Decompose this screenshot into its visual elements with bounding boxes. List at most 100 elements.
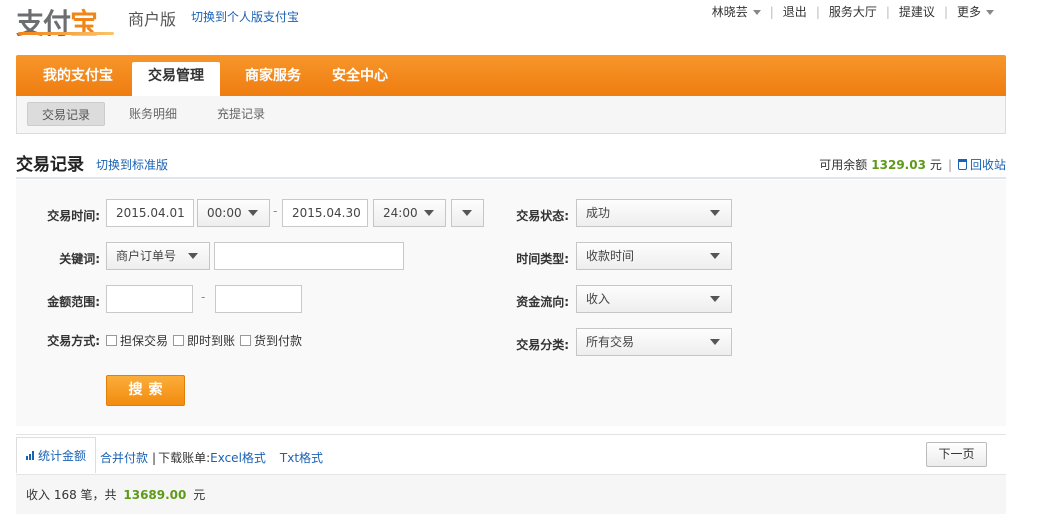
result-actions: 合并付款 | 下载账单: Excel格式 Txt格式 [100, 449, 323, 466]
subnav-deposit-withdraw[interactable]: 充提记录 [203, 102, 279, 126]
trade-category-label: 交易分类: [516, 338, 569, 352]
more-label: 更多 [956, 5, 981, 19]
suggest-link[interactable]: 提建议 [899, 3, 935, 20]
chevron-down-icon [710, 296, 720, 302]
nav-merchant-services[interactable]: 商家服务 [228, 55, 318, 96]
divider: | [885, 4, 890, 19]
excel-download-link[interactable]: Excel格式 [210, 449, 266, 466]
checkbox[interactable] [173, 335, 185, 346]
nav-security-center[interactable]: 安全中心 [320, 55, 400, 96]
trade-method-label: 交易方式: [47, 334, 100, 348]
time-type-select[interactable]: 收款时间 [576, 242, 732, 270]
amount-max-input[interactable] [215, 285, 302, 313]
trash-icon [957, 159, 967, 170]
chevron-down-icon [752, 10, 761, 15]
trade-method-options: 担保交易 即时到账 货到付款 [106, 332, 307, 349]
top-nav: 林晓芸 | 退出 | 服务大厅 | 提建议 | 更多 [712, 3, 994, 20]
keyword-input[interactable] [214, 242, 404, 270]
checkbox[interactable] [106, 335, 117, 346]
end-date-input[interactable]: 2015.04.30 [282, 199, 368, 227]
quick-range-select[interactable] [451, 199, 484, 227]
txt-download-link[interactable]: Txt格式 [280, 449, 323, 466]
start-date-input[interactable]: 2015.04.01 [106, 199, 194, 227]
method-cod[interactable]: 货到付款 [240, 332, 302, 349]
main-nav: 我的支付宝 交易管理 商家服务 安全中心 [16, 55, 1006, 96]
trade-time-label: 交易时间: [47, 209, 100, 223]
more-menu[interactable]: 更多 [957, 3, 994, 20]
title-divider [16, 177, 1006, 179]
keyword-type-value: 商户订单号 [116, 249, 177, 263]
divider: | [769, 4, 774, 19]
start-time-value: 00:00 [207, 206, 242, 220]
divider: | [815, 4, 820, 19]
summary-prefix: 收入 168 笔，共 [26, 488, 117, 502]
switch-standard-link[interactable]: 切换到标准版 [96, 156, 168, 173]
fund-flow-value: 收入 [586, 292, 611, 306]
time-type-label: 时间类型: [516, 252, 569, 266]
fund-flow-select[interactable]: 收入 [576, 285, 732, 313]
service-hall-link[interactable]: 服务大厅 [829, 3, 877, 20]
tab-stat-amount[interactable]: 统计金额 [16, 437, 96, 473]
status-value: 成功 [586, 206, 611, 220]
stat-tab-label: 统计金额 [38, 449, 87, 463]
sub-nav: 交易记录 账务明细 充提记录 [16, 96, 1006, 134]
chevron-down-icon [710, 253, 720, 259]
start-time-select[interactable]: 00:00 [197, 199, 270, 227]
user-menu[interactable]: 林晓芸 [712, 3, 761, 20]
chevron-down-icon [424, 210, 434, 216]
method-cod-label: 货到付款 [254, 334, 303, 348]
logo-text: 支付 [16, 7, 71, 40]
logo-text-accent: 宝 [70, 7, 98, 40]
nav-trade-management[interactable]: 交易管理 [132, 62, 220, 96]
divider: | [947, 157, 952, 172]
subnav-account-details[interactable]: 账务明细 [115, 102, 191, 126]
chevron-down-icon [248, 210, 258, 216]
time-type-value: 收款时间 [586, 249, 635, 263]
result-summary: 收入 168 笔，共 13689.00 元 [16, 474, 1006, 514]
user-name: 林晓芸 [711, 5, 748, 19]
amount-range-label: 金额范围: [47, 295, 100, 309]
next-page-button[interactable]: 下一页 [926, 442, 987, 467]
amount-min-input[interactable] [106, 285, 193, 313]
recycle-bin-link[interactable]: 回收站 [957, 156, 1006, 173]
trade-category-select[interactable]: 所有交易 [576, 328, 732, 356]
balance-unit: 元 [929, 158, 942, 172]
method-escrow-label: 担保交易 [120, 334, 169, 348]
merge-pay-link[interactable]: 合并付款 [100, 449, 148, 466]
checkbox[interactable] [240, 335, 252, 346]
balance-label: 可用余额 [819, 158, 868, 172]
page-title: 交易记录 [16, 155, 84, 175]
summary-amount: 13689.00 [123, 488, 187, 502]
keyword-type-select[interactable]: 商户订单号 [106, 242, 210, 270]
chevron-down-icon [188, 253, 198, 259]
chevron-down-icon [462, 210, 472, 216]
edition-label: 商户版 [128, 10, 177, 29]
amount-range-dash: - [201, 290, 206, 304]
subnav-trade-records[interactable]: 交易记录 [27, 102, 106, 126]
end-time-select[interactable]: 24:00 [373, 199, 446, 227]
method-instant[interactable]: 即时到账 [173, 332, 235, 349]
download-label: 下载账单: [158, 451, 211, 465]
summary-unit: 元 [193, 488, 206, 502]
chevron-down-icon [986, 10, 994, 15]
logo-swoosh [18, 32, 114, 35]
chevron-down-icon [710, 210, 720, 216]
date-range-dash: - [273, 204, 278, 218]
balance-amount: 1329.03 [871, 157, 926, 172]
search-button[interactable]: 搜索 [106, 375, 185, 406]
trade-category-value: 所有交易 [586, 335, 635, 349]
divider: | [152, 450, 157, 465]
status-label: 交易状态: [516, 209, 569, 223]
divider: | [943, 4, 948, 19]
bar-chart-icon [26, 451, 35, 460]
fund-flow-label: 资金流向: [516, 295, 569, 309]
nav-my-alipay[interactable]: 我的支付宝 [28, 55, 128, 96]
method-escrow[interactable]: 担保交易 [106, 332, 168, 349]
status-select[interactable]: 成功 [576, 199, 732, 227]
switch-personal-link[interactable]: 切换到个人版支付宝 [191, 8, 299, 25]
chevron-down-icon [710, 339, 720, 345]
alipay-logo[interactable]: 支付宝 [16, 2, 98, 42]
method-instant-label: 即时到账 [187, 334, 236, 348]
recycle-label: 回收站 [969, 158, 1006, 172]
logout-link[interactable]: 退出 [783, 3, 807, 20]
